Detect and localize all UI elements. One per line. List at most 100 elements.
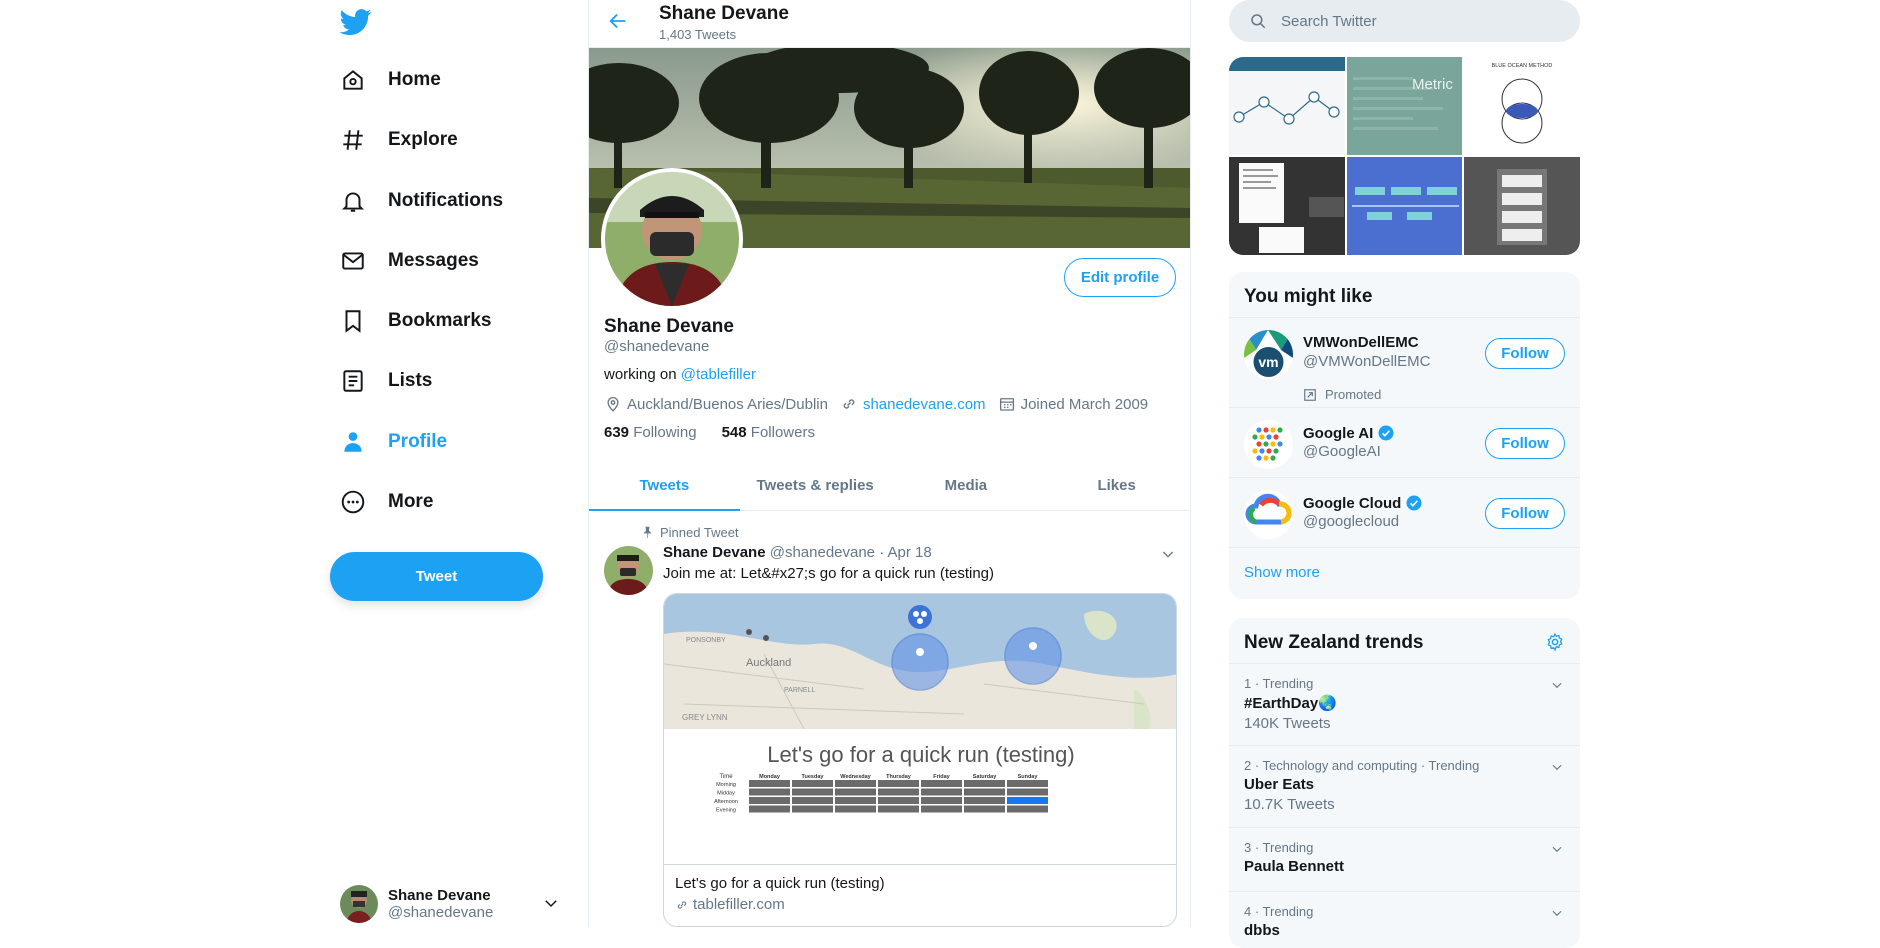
nav-label: Explore xyxy=(388,129,458,150)
table-cell[interactable] xyxy=(921,805,962,813)
chevron-down-icon[interactable] xyxy=(1550,678,1564,692)
followers-label: Followers xyxy=(750,424,815,441)
suggested-account[interactable]: Google Cloud @googlecloud Follow xyxy=(1229,478,1580,548)
follow-button[interactable]: Follow xyxy=(1485,498,1565,529)
table-cell[interactable] xyxy=(1007,805,1048,813)
verified-badge-icon xyxy=(1406,495,1422,511)
table-cell[interactable] xyxy=(835,797,876,804)
table-cell[interactable] xyxy=(835,780,876,787)
tweet-button[interactable]: Tweet xyxy=(330,552,543,601)
table-cell[interactable] xyxy=(921,797,962,804)
chevron-down-icon[interactable] xyxy=(1160,546,1176,562)
trend-item[interactable]: 3 · Trending Paula Bennett xyxy=(1229,828,1580,892)
tweet-author[interactable]: Shane Devane xyxy=(663,544,766,561)
trend-item[interactable]: 1 · Trending #EarthDay🌏 140K Tweets xyxy=(1229,664,1580,746)
table-cell[interactable] xyxy=(1007,797,1048,804)
twitter-logo-icon[interactable] xyxy=(340,6,372,38)
trend-meta: 3 · Trending xyxy=(1244,840,1314,855)
table-cell[interactable] xyxy=(835,805,876,813)
table-cell[interactable] xyxy=(921,788,962,796)
table-cell[interactable] xyxy=(792,788,833,796)
tweet-header: Shane Devane @shanedevane · Apr 18 xyxy=(663,544,932,561)
table-cell[interactable] xyxy=(1007,780,1048,787)
suggested-account[interactable]: vm VMWonDellEMC @VMWonDellEMC Promoted F… xyxy=(1229,318,1580,408)
bio-mention-link[interactable]: @tablefiller xyxy=(681,366,756,383)
media-thumb[interactable]: Metric xyxy=(1346,57,1463,155)
table-cell[interactable] xyxy=(878,788,919,796)
tab-media[interactable]: Media xyxy=(891,463,1042,510)
website-link[interactable]: shanedevane.com xyxy=(863,396,986,413)
nav-explore[interactable]: Explore xyxy=(340,118,458,162)
table-cell[interactable] xyxy=(878,805,919,813)
pinned-tweet[interactable]: Pinned Tweet Shane Devane @shanedevane ·… xyxy=(589,512,1190,927)
bell-icon xyxy=(341,192,365,212)
following-link[interactable]: 639 Following xyxy=(604,424,697,441)
trend-item[interactable]: 2 · Technology and computing · Trending … xyxy=(1229,746,1580,828)
nav-home[interactable]: Home xyxy=(340,58,441,102)
tweet-date[interactable]: · Apr 18 xyxy=(879,544,932,561)
table-cell[interactable] xyxy=(749,780,790,787)
joined-text: Joined March 2009 xyxy=(1020,395,1149,413)
followers-link[interactable]: 548 Followers xyxy=(722,424,815,441)
tab-tweets[interactable]: Tweets xyxy=(589,463,740,511)
card-footer: Let's go for a quick run (testing) table… xyxy=(664,864,1176,926)
table-cell[interactable] xyxy=(835,788,876,796)
media-thumb[interactable] xyxy=(1464,157,1580,255)
media-thumb[interactable] xyxy=(1229,157,1345,255)
table-cell[interactable] xyxy=(792,805,833,813)
media-grid: Metric BLUE OCEAN METHOD xyxy=(1229,57,1580,255)
account-name: Shane Devane xyxy=(388,887,491,904)
trend-meta: 4 · Trending xyxy=(1244,904,1314,919)
nav-messages[interactable]: Messages xyxy=(340,239,479,283)
profile-avatar[interactable] xyxy=(601,168,743,310)
nav-lists[interactable]: Lists xyxy=(340,359,432,403)
avatar xyxy=(1244,490,1293,539)
link-card[interactable]: Auckland PONSONBY PARNELL GREY LYNN Let'… xyxy=(663,593,1177,927)
account-handle: @VMWonDellEMC xyxy=(1303,353,1431,370)
suggested-account[interactable]: Google AI @GoogleAI Follow xyxy=(1229,408,1580,478)
trend-item[interactable]: 4 · Trending dbbs xyxy=(1229,892,1580,948)
table-cell[interactable] xyxy=(749,797,790,804)
search-icon xyxy=(1251,14,1266,29)
gear-icon[interactable] xyxy=(1545,632,1565,652)
table-cell[interactable] xyxy=(749,805,790,813)
chevron-down-icon[interactable] xyxy=(1550,906,1564,920)
pin-icon xyxy=(643,526,652,538)
edit-profile-button[interactable]: Edit profile xyxy=(1064,258,1176,297)
chevron-down-icon[interactable] xyxy=(1550,842,1564,856)
table-cell[interactable] xyxy=(878,780,919,787)
table-cell[interactable] xyxy=(792,797,833,804)
nav-label: Bookmarks xyxy=(388,310,492,331)
show-more-link[interactable]: Show more xyxy=(1229,548,1580,598)
nav-notifications[interactable]: Notifications xyxy=(340,179,503,223)
tweet-avatar[interactable] xyxy=(604,546,653,595)
location-text: Auckland/Buenos Aries/Dublin xyxy=(627,395,828,413)
table-cell[interactable] xyxy=(964,780,1005,787)
table-cell[interactable] xyxy=(964,797,1005,804)
table-cell[interactable] xyxy=(1007,788,1048,796)
chevron-down-icon[interactable] xyxy=(1550,760,1564,774)
profile-website[interactable]: shanedevane.com xyxy=(840,395,986,413)
follow-button[interactable]: Follow xyxy=(1485,428,1565,459)
table-cell[interactable] xyxy=(964,805,1005,813)
home-icon xyxy=(343,70,363,90)
tab-likes[interactable]: Likes xyxy=(1041,463,1190,510)
tab-tweets-replies[interactable]: Tweets & replies xyxy=(740,463,891,510)
nav-more[interactable]: More xyxy=(340,480,433,524)
nav-profile[interactable]: Profile xyxy=(340,420,447,464)
media-thumb[interactable]: BLUE OCEAN METHOD xyxy=(1464,57,1580,155)
media-thumb[interactable] xyxy=(1346,157,1463,255)
table-cell[interactable] xyxy=(964,788,1005,796)
table-cell[interactable] xyxy=(921,780,962,787)
search-box[interactable]: Search Twitter xyxy=(1229,0,1580,42)
media-thumb[interactable] xyxy=(1229,57,1345,155)
trend-count: 10.7K Tweets xyxy=(1244,796,1335,813)
account-switcher[interactable]: Shane Devane @shanedevane xyxy=(340,882,560,926)
back-arrow-icon[interactable] xyxy=(607,10,629,32)
table-cell[interactable] xyxy=(878,797,919,804)
nav-bookmarks[interactable]: Bookmarks xyxy=(340,299,492,343)
table-cell[interactable] xyxy=(749,788,790,796)
follow-button[interactable]: Follow xyxy=(1485,338,1565,369)
table-cell[interactable] xyxy=(792,780,833,787)
location-pin-icon xyxy=(607,397,619,412)
